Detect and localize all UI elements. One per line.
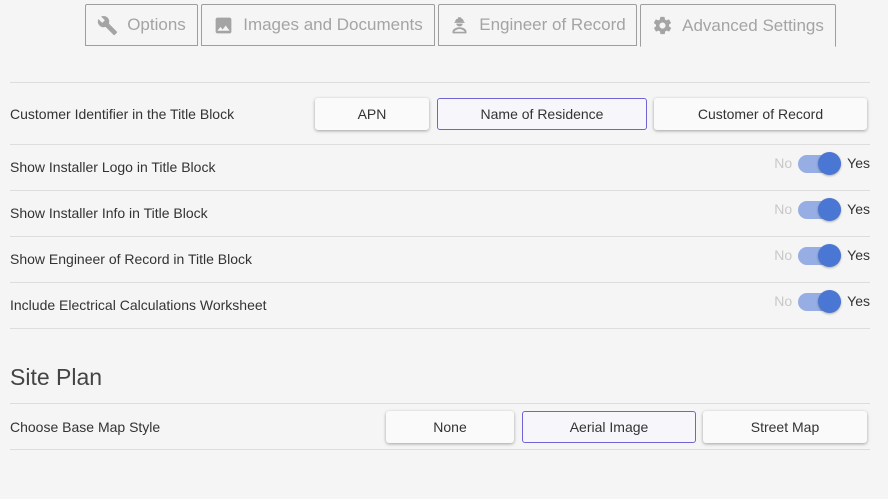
toggle-no-label: No [774, 293, 793, 309]
apn-button[interactable]: APN [315, 98, 429, 130]
installer-info-row: Show Installer Info in Title Block [10, 200, 870, 226]
engineer-of-record-label: Show Engineer of Record in Title Block [10, 251, 253, 267]
electrical-calculations-row: Include Electrical Calculations Workshee… [10, 292, 870, 318]
toggle-yes-label: Yes [847, 155, 870, 171]
toggle-yes-label: Yes [847, 201, 870, 217]
electrical-calculations-label: Include Electrical Calculations Workshee… [10, 297, 267, 313]
image-icon [215, 17, 232, 33]
site-plan-heading: Site Plan [10, 364, 103, 390]
engineer-icon [452, 16, 467, 33]
divider [10, 82, 870, 83]
customer-identifier-label: Customer Identifier in the Title Block [10, 106, 235, 122]
map-street-map-button[interactable]: Street Map [703, 411, 867, 443]
tab-label: Engineer of Record [479, 15, 626, 34]
installer-logo-row: Show Installer Logo in Title Block [10, 154, 870, 180]
divider [10, 403, 870, 404]
toggle-no-label: No [774, 155, 793, 171]
divider [10, 449, 870, 450]
engineer-of-record-row: Show Engineer of Record in Title Block [10, 246, 870, 272]
tab-label: Options [127, 15, 186, 34]
engineer-of-record-toggle[interactable] [798, 244, 842, 267]
gear-icon [653, 16, 672, 35]
base-map-label: Choose Base Map Style [10, 419, 161, 435]
map-aerial-image-button[interactable]: Aerial Image [522, 411, 696, 443]
toggle-yes-label: Yes [847, 293, 870, 309]
customer-of-record-button[interactable]: Customer of Record [654, 98, 867, 130]
map-none-button[interactable]: None [386, 411, 514, 443]
divider [10, 190, 870, 191]
installer-logo-toggle-group: No Yes [770, 152, 870, 175]
toggle-no-label: No [774, 247, 793, 263]
installer-logo-toggle[interactable] [798, 152, 842, 175]
tab-images-documents[interactable]: Images and Documents [201, 4, 435, 46]
divider [10, 236, 870, 237]
installer-info-toggle[interactable] [798, 198, 842, 221]
electrical-calculations-toggle-group: No Yes [770, 290, 870, 313]
tab-label: Advanced Settings [682, 15, 824, 35]
engineer-of-record-toggle-group: No Yes [770, 244, 870, 267]
divider [10, 144, 870, 145]
wrench-icon [98, 15, 118, 35]
divider [10, 282, 870, 283]
name-of-residence-button[interactable]: Name of Residence [437, 98, 647, 130]
divider [10, 328, 870, 329]
installer-info-label: Show Installer Info in Title Block [10, 205, 208, 221]
electrical-calculations-toggle[interactable] [798, 290, 842, 313]
installer-info-toggle-group: No Yes [770, 198, 870, 221]
toggle-yes-label: Yes [847, 247, 870, 263]
tab-options[interactable]: Options [85, 4, 198, 46]
toggle-no-label: No [774, 201, 793, 217]
tab-label: Images and Documents [243, 15, 423, 34]
tab-advanced-settings[interactable]: Advanced Settings [640, 4, 836, 47]
installer-logo-label: Show Installer Logo in Title Block [10, 159, 216, 175]
tab-engineer-of-record[interactable]: Engineer of Record [438, 4, 637, 46]
settings-tabs: Options Images and Documents Engineer of… [85, 4, 836, 47]
